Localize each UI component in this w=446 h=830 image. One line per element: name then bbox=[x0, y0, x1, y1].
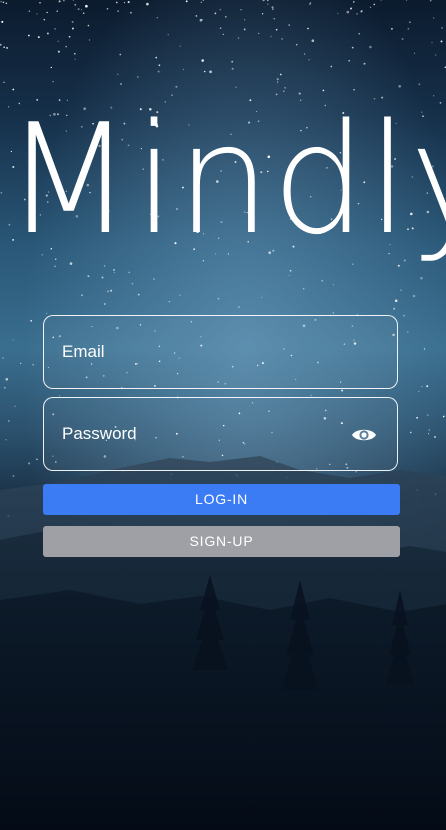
app-logo: Mindly bbox=[4, 91, 446, 268]
login-button[interactable]: LOG-IN bbox=[43, 484, 400, 515]
eye-icon[interactable] bbox=[351, 426, 377, 444]
email-field[interactable] bbox=[43, 315, 398, 389]
email-input[interactable] bbox=[62, 316, 342, 388]
login-screen: Mindly LOG-IN SIGN-UP bbox=[0, 0, 446, 830]
password-field[interactable] bbox=[43, 397, 398, 471]
password-input[interactable] bbox=[62, 398, 342, 470]
signup-button[interactable]: SIGN-UP bbox=[43, 526, 400, 557]
